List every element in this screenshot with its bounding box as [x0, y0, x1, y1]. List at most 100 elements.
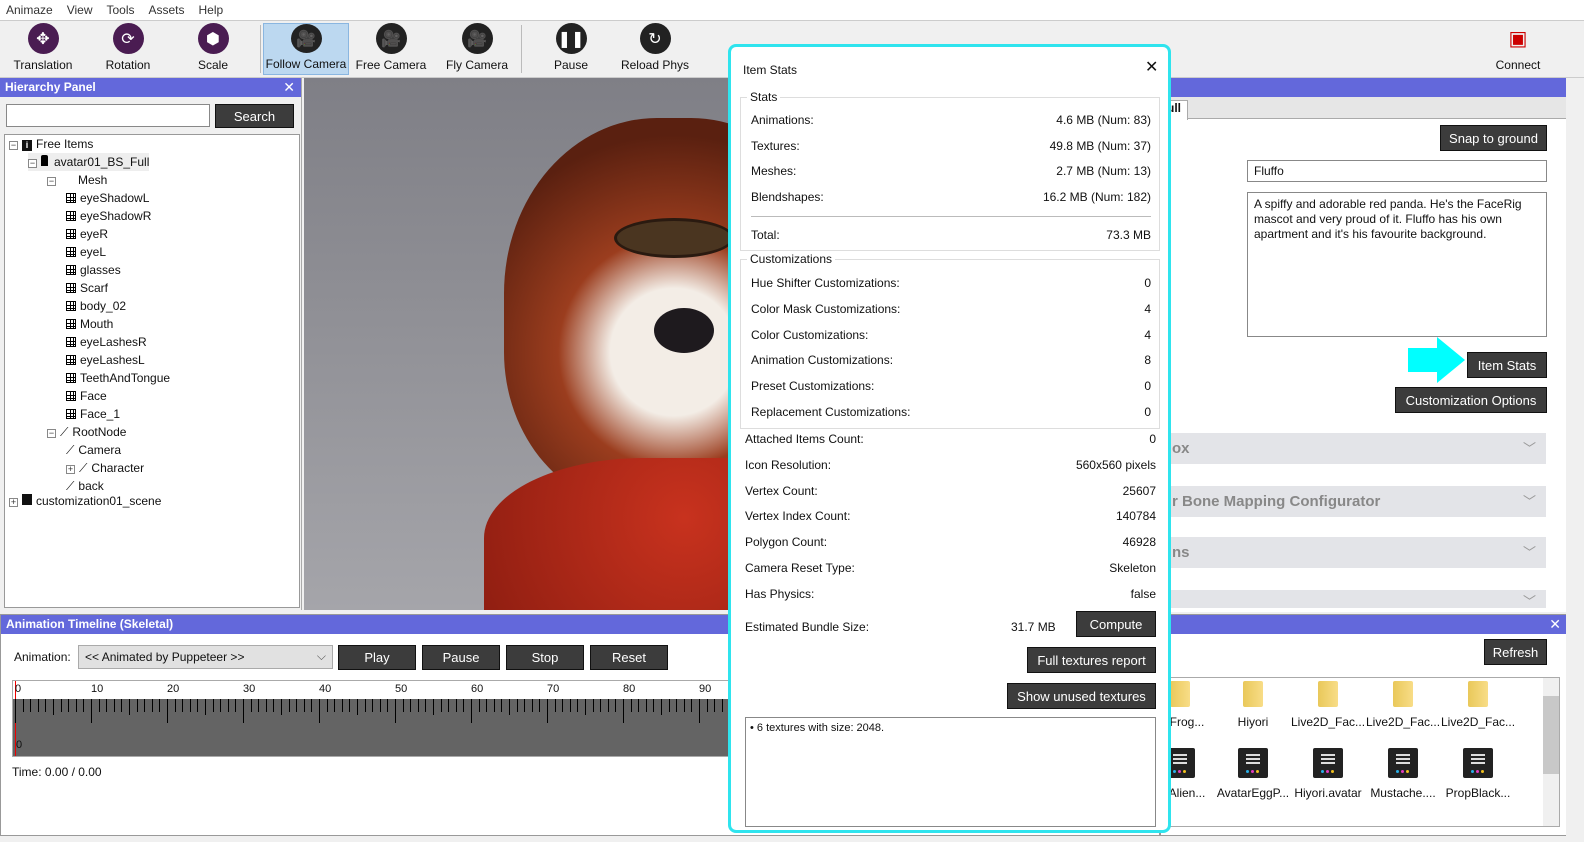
- ruler-tick-label: 10: [91, 683, 104, 695]
- asset-file[interactable]: PropBlack...: [1441, 748, 1515, 800]
- ruler-tick: [721, 699, 723, 712]
- pause-button[interactable]: ❚❚ Pause: [538, 23, 604, 75]
- refresh-button[interactable]: Refresh: [1484, 639, 1547, 665]
- tree-node[interactable]: ⟋ Camera: [66, 441, 121, 459]
- customization-options-button[interactable]: Customization Options: [1395, 387, 1547, 413]
- close-icon[interactable]: ✕: [1549, 615, 1561, 634]
- tree-node[interactable]: Mouth: [66, 315, 113, 333]
- stat-row: Attached Items Count: 0: [745, 429, 1156, 449]
- tree-node[interactable]: − Mesh: [47, 171, 107, 189]
- avatar-description-textarea[interactable]: A spiffy and adorable red panda. He's th…: [1247, 192, 1547, 337]
- rotation-button[interactable]: ⟳ Rotation: [98, 23, 158, 75]
- ruler-tick: [417, 699, 419, 712]
- section-collapsible[interactable]: ns ﹀: [1160, 537, 1546, 568]
- avatar-file-icon: [41, 155, 48, 166]
- fly-camera-button[interactable]: 🎥 Fly Camera: [437, 23, 517, 75]
- stop-button[interactable]: Stop: [506, 645, 584, 670]
- tree-node[interactable]: eyeR: [66, 225, 108, 243]
- asset-folder[interactable]: Live2D_Fac...: [1291, 681, 1365, 729]
- asset-file[interactable]: Hiyori.avatar: [1291, 748, 1365, 800]
- play-button[interactable]: Play: [338, 645, 416, 670]
- tree-node[interactable]: eyeShadowR: [66, 207, 151, 225]
- search-input[interactable]: [6, 104, 210, 127]
- pause-button[interactable]: Pause: [422, 645, 500, 670]
- expand-icon[interactable]: +: [66, 465, 75, 474]
- tree-node[interactable]: Face: [66, 387, 107, 405]
- asset-grid[interactable]: tarFrog... Hiyori Live2D_Fac... Live2D_Fac.…: [1160, 677, 1560, 827]
- section-bone-mapping[interactable]: r Bone Mapping Configurator ﹀: [1160, 486, 1546, 517]
- ruler-tick: [83, 699, 85, 712]
- menu-tools[interactable]: Tools: [106, 3, 134, 17]
- menu-assets[interactable]: Assets: [149, 3, 185, 17]
- tree-node[interactable]: + customization01_scene: [9, 492, 161, 510]
- show-unused-textures-button[interactable]: Show unused textures: [1007, 683, 1156, 709]
- collapse-icon[interactable]: −: [47, 177, 56, 186]
- section-collapsible[interactable]: ox ﹀: [1160, 433, 1546, 464]
- hierarchy-panel-header: Hierarchy Panel ✕: [0, 78, 301, 97]
- avatar-name-input[interactable]: Fluffo: [1247, 160, 1547, 182]
- ruler-tick-label: 0: [15, 683, 22, 695]
- ruler-tick: [319, 699, 320, 723]
- stat-label: Camera Reset Type:: [745, 561, 855, 575]
- stat-value: 4.6 MB (Num: 83): [1056, 113, 1151, 127]
- item-stats-button[interactable]: Item Stats: [1467, 352, 1547, 378]
- translation-button[interactable]: ✥ Translation: [10, 23, 76, 75]
- asset-folder[interactable]: Hiyori: [1216, 681, 1290, 729]
- tree-node[interactable]: eyeLashesR: [66, 333, 147, 351]
- tree-node[interactable]: − avatar01_BS_Full: [28, 153, 150, 171]
- close-icon[interactable]: ✕: [1145, 57, 1158, 77]
- ruler-tick: [227, 699, 229, 712]
- hierarchy-tree[interactable]: − i Free Items − avatar01_BS_Full − Mesh eyeSha…: [4, 134, 300, 608]
- menu-help[interactable]: Help: [199, 3, 224, 17]
- tree-node[interactable]: TeethAndTongue: [66, 369, 170, 387]
- tree-node[interactable]: eyeLashesL: [66, 351, 145, 369]
- asset-folder[interactable]: Live2D_Fac...: [1366, 681, 1440, 729]
- follow-camera-button[interactable]: 🎥 Follow Camera: [263, 23, 349, 75]
- tree-node[interactable]: glasses: [66, 261, 121, 279]
- animation-select[interactable]: << Animated by Puppeteer >> ⌵: [78, 645, 333, 669]
- tree-node[interactable]: eyeShadowL: [66, 189, 149, 207]
- texture-log-textarea[interactable]: • 6 textures with size: 2048.: [745, 717, 1156, 827]
- stat-label: Blendshapes:: [751, 190, 824, 205]
- ruler-tick: [395, 699, 396, 723]
- free-camera-button[interactable]: 🎥 Free Camera: [351, 23, 431, 75]
- tree-node[interactable]: − i Free Items: [9, 135, 93, 153]
- full-textures-report-button[interactable]: Full textures report: [1027, 647, 1156, 673]
- collapse-icon[interactable]: −: [28, 159, 37, 168]
- menu-animaze[interactable]: Animaze: [6, 3, 53, 17]
- customizations-group: Customizations Hue Shifter Customization…: [740, 252, 1160, 429]
- tree-node[interactable]: body_02: [66, 297, 126, 315]
- collapse-icon[interactable]: −: [47, 429, 56, 438]
- search-button[interactable]: Search: [215, 104, 294, 128]
- asset-file[interactable]: Mustache....: [1366, 748, 1440, 800]
- collapse-icon[interactable]: −: [9, 141, 18, 150]
- reset-button[interactable]: Reset: [590, 645, 668, 670]
- reload-phys-button[interactable]: ↻ Reload Phys: [614, 23, 696, 75]
- menu-view[interactable]: View: [67, 3, 93, 17]
- stat-value: false: [1130, 586, 1156, 601]
- close-icon[interactable]: ✕: [283, 78, 295, 97]
- stat-label: Replacement Customizations:: [751, 405, 911, 419]
- follow-camera-icon: 🎥: [290, 24, 322, 53]
- tree-node[interactable]: − ⟋ RootNode: [47, 423, 126, 441]
- animation-select-value: << Animated by Puppeteer >>: [85, 650, 245, 664]
- asset-folder[interactable]: Live2D_Fac...: [1441, 681, 1515, 729]
- asset-scrollbar[interactable]: [1543, 678, 1559, 826]
- tree-node[interactable]: eyeL: [66, 243, 106, 261]
- scale-button[interactable]: ⬢ Scale: [178, 23, 248, 75]
- connect-button[interactable]: ▣ Connect: [1488, 23, 1548, 75]
- expand-icon[interactable]: +: [9, 498, 18, 507]
- properties-panel-header: ✕: [1160, 78, 1584, 97]
- compute-button[interactable]: Compute: [1076, 611, 1156, 637]
- tree-node[interactable]: Scarf: [66, 279, 108, 297]
- snap-to-ground-button[interactable]: Snap to ground: [1440, 125, 1547, 151]
- ruler-tick: [113, 699, 115, 712]
- timeline-ruler[interactable]: 0 0 10 20 30 40 50 60 70 80 90: [12, 680, 732, 757]
- tree-node[interactable]: + ⟋ Character: [66, 459, 144, 477]
- tree-node[interactable]: Face_1: [66, 405, 120, 423]
- section-collapsible[interactable]: ﹀: [1160, 590, 1546, 609]
- ruler-tick: [661, 699, 662, 715]
- avatar-file-icon: [1388, 748, 1418, 778]
- asset-file[interactable]: AvatarEggP...: [1216, 748, 1290, 800]
- ruler-tick: [136, 699, 138, 712]
